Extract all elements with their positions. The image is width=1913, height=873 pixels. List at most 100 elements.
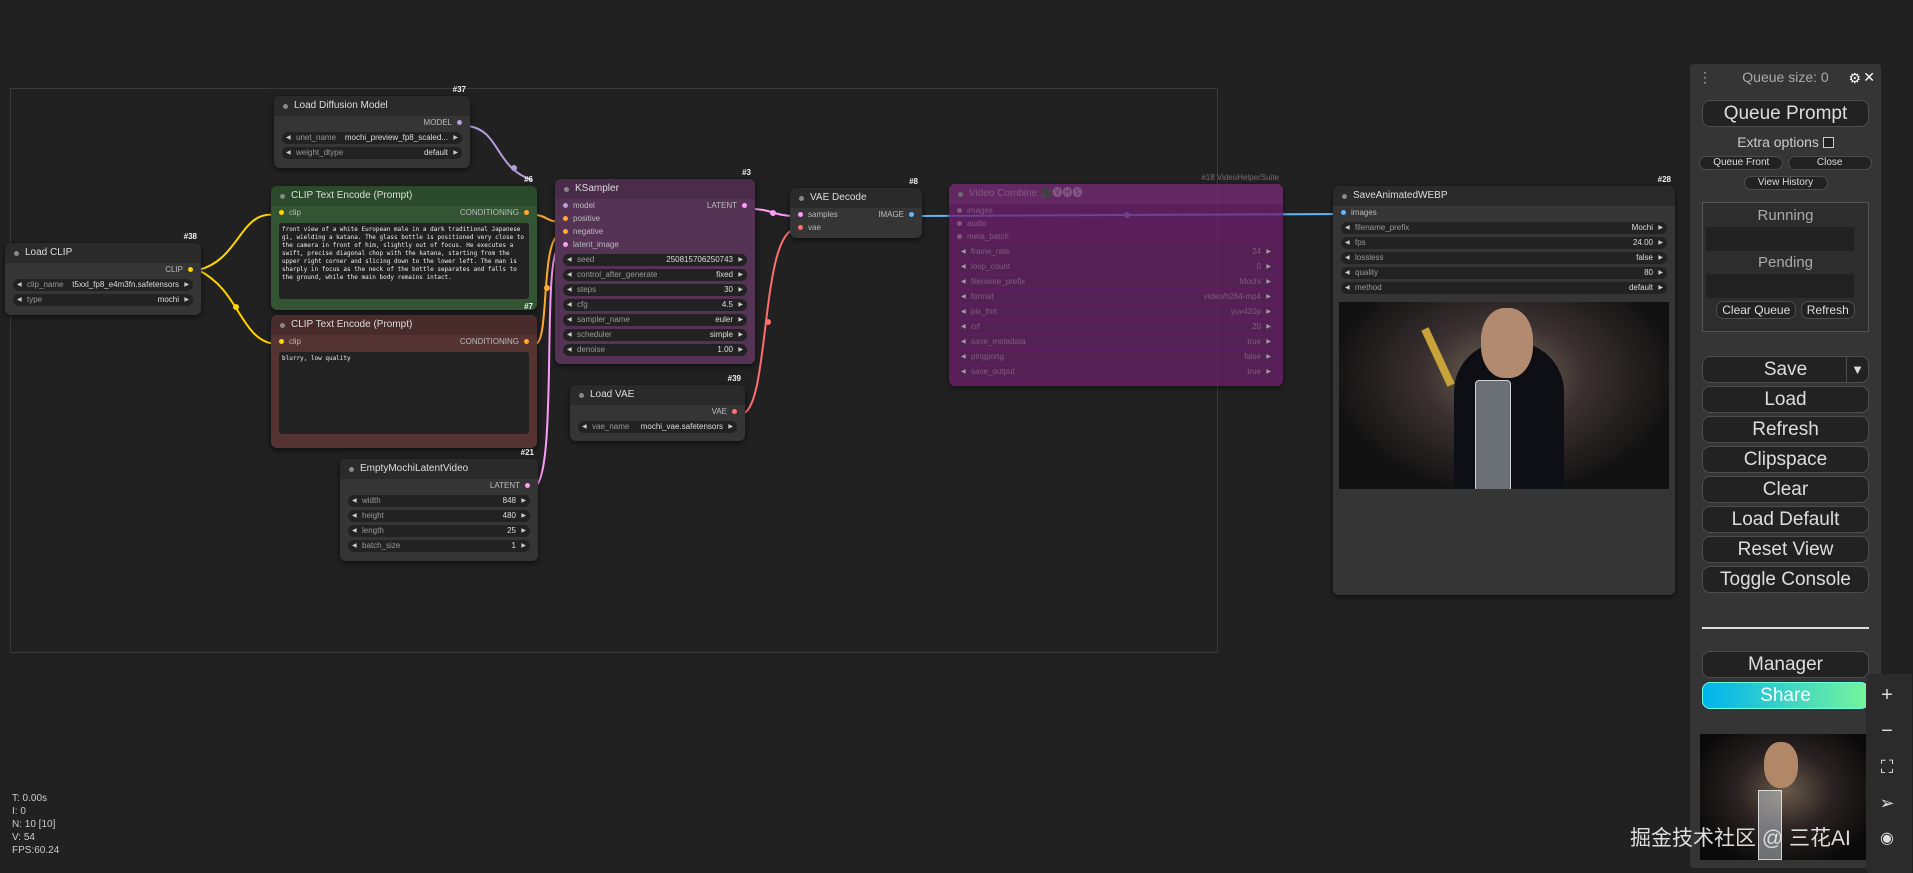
extra-options-checkbox[interactable] [1822,137,1834,148]
widget-loop-count[interactable]: loop_count0 [957,261,1275,273]
widget-denoise[interactable]: denoise1.00 [563,344,747,356]
widget-clip-name[interactable]: clip_namet5xxl_fp8_e4m3fn.safetensors [13,279,193,291]
node-title[interactable]: KSampler [555,179,755,199]
close-icon[interactable]: ✕ [1863,64,1875,90]
node-ksampler[interactable]: #3 KSampler model LATENT positive negati… [555,168,755,364]
refresh-queue-button[interactable]: Refresh [1800,301,1855,319]
node-vae-decode[interactable]: #8 VAE Decode samples IMAGE vae [790,177,922,238]
widget-format[interactable]: formatvideo/h264-mp4 [957,291,1275,303]
node-title[interactable]: Video Combine 🎥🅥🅗🅢 [949,184,1283,204]
output-model[interactable]: MODEL [424,116,463,129]
input-audio[interactable]: audio [957,217,987,230]
widget-filename-prefix[interactable]: filename_prefixMochi [957,276,1275,288]
node-title[interactable]: Load VAE [570,385,745,405]
widget-cfg[interactable]: cfg4.5 [563,299,747,311]
widget-fps[interactable]: fps24.00 [1341,237,1667,249]
chevron-down-icon[interactable]: ▼ [1846,357,1868,382]
widget-lossless[interactable]: losslessfalse [1341,252,1667,264]
widget-unet-name[interactable]: unet_namemochi_preview_fp8_scaled... [282,132,462,144]
widget-batch-size[interactable]: batch_size1 [348,540,530,552]
running-list[interactable] [1706,227,1854,251]
share-button[interactable]: Share [1702,682,1869,709]
widget-length[interactable]: length25 [348,525,530,537]
node-title[interactable]: Load CLIP [5,243,201,263]
widget-type[interactable]: typemochi [13,294,193,306]
eye-icon[interactable]: ◉ [1866,820,1908,858]
widget-seed[interactable]: seed250815706250743 [563,254,747,266]
clear-button[interactable]: Clear [1702,476,1869,503]
node-title[interactable]: Load Diffusion Model [274,96,470,116]
input-samples[interactable]: samples [798,208,838,221]
send-arrow-icon[interactable]: ➢ [1866,784,1908,822]
widget-weight-dtype[interactable]: weight_dtypedefault [282,147,462,159]
input-model[interactable]: model [563,199,595,212]
view-history-button[interactable]: View History [1743,176,1828,190]
save-button[interactable]: Save ▼ [1702,356,1869,383]
drag-handle-icon[interactable]: ⋮ [1698,64,1712,90]
load-default-button[interactable]: Load Default [1702,506,1869,533]
widget-save-output[interactable]: save_outputtrue [957,366,1275,378]
input-images[interactable]: images [1341,206,1377,219]
widget-scheduler[interactable]: schedulersimple [563,329,747,341]
toggle-console-button[interactable]: Toggle Console [1702,566,1869,593]
input-negative[interactable]: negative [563,225,603,238]
output-conditioning[interactable]: CONDITIONING [460,206,530,219]
node-save-animated-webp[interactable]: #28 SaveAnimatedWEBP images filename_pre… [1333,175,1675,595]
input-latent-image[interactable]: latent_image [563,238,619,251]
zoom-out-icon[interactable]: − [1866,712,1908,750]
node-load-diffusion-model[interactable]: #37 Load Diffusion Model MODEL unet_name… [274,85,470,168]
input-positive[interactable]: positive [563,212,600,225]
widget-steps[interactable]: steps30 [563,284,747,296]
close-button[interactable]: Close [1787,156,1872,170]
clear-queue-button[interactable]: Clear Queue [1716,301,1797,319]
input-meta-batch[interactable]: meta_batch [957,230,1009,243]
node-load-clip[interactable]: #38 Load CLIP CLIP clip_namet5xxl_fp8_e4… [5,232,201,315]
gear-icon[interactable]: ⚙ [1848,65,1861,91]
prompt-textarea[interactable]: blurry, low quality [279,352,529,434]
queue-front-button[interactable]: Queue Front [1699,156,1784,170]
widget-filename-prefix[interactable]: filename_prefixMochi [1341,222,1667,234]
widget-height[interactable]: height480 [348,510,530,522]
widget-pix-fmt[interactable]: pix_fmtyuv420p [957,306,1275,318]
input-clip[interactable]: clip [279,335,301,348]
node-title[interactable]: CLIP Text Encode (Prompt) [271,186,537,206]
output-clip[interactable]: CLIP [165,263,193,276]
widget-frame-rate[interactable]: frame_rate24 [957,246,1275,258]
widget-quality[interactable]: quality80 [1341,267,1667,279]
node-title[interactable]: EmptyMochiLatentVideo [340,459,538,479]
widget-pingpong[interactable]: pingpongfalse [957,351,1275,363]
output-conditioning[interactable]: CONDITIONING [460,335,530,348]
node-clip-text-encode-negative[interactable]: #7 CLIP Text Encode (Prompt) clip CONDIT… [271,302,537,448]
input-clip[interactable]: clip [279,206,301,219]
input-vae[interactable]: vae [798,221,821,234]
prompt-textarea[interactable]: front view of a white European male in a… [279,223,529,299]
node-empty-mochi-latent-video[interactable]: #21 EmptyMochiLatentVideo LATENT width84… [340,448,538,561]
fit-view-icon[interactable]: ⛶ [1866,748,1908,786]
output-latent[interactable]: LATENT [490,479,531,492]
clipspace-button[interactable]: Clipspace [1702,446,1869,473]
queue-prompt-button[interactable]: Queue Prompt [1702,100,1869,127]
widget-save-metadata[interactable]: save_metadatatrue [957,336,1275,348]
node-title[interactable]: VAE Decode [790,188,922,208]
output-vae[interactable]: VAE [712,405,738,418]
input-images[interactable]: images [957,204,993,217]
widget-control-after-generate[interactable]: control_after_generatefixed [563,269,747,281]
workflow-canvas[interactable]: #37 Load Diffusion Model MODEL unet_name… [0,0,1913,873]
pending-list[interactable] [1706,274,1854,298]
reset-view-button[interactable]: Reset View [1702,536,1869,563]
widget-vae-name[interactable]: vae_namemochi_vae.safetensors [578,421,737,433]
node-video-combine-bypassed[interactable]: #18 VideoHelperSuite Video Combine 🎥🅥🅗🅢 … [949,173,1283,386]
node-load-vae[interactable]: #39 Load VAE VAE vae_namemochi_vae.safet… [570,374,745,441]
node-clip-text-encode-positive[interactable]: #6 CLIP Text Encode (Prompt) clip CONDIT… [271,175,537,310]
node-title[interactable]: CLIP Text Encode (Prompt) [271,315,537,335]
widget-width[interactable]: width848 [348,495,530,507]
widget-sampler-name[interactable]: sampler_nameeuler [563,314,747,326]
load-button[interactable]: Load [1702,386,1869,413]
widget-method[interactable]: methoddefault [1341,282,1667,294]
manager-button[interactable]: Manager [1702,651,1869,678]
node-title[interactable]: SaveAnimatedWEBP [1333,186,1675,206]
widget-crf[interactable]: crf20 [957,321,1275,333]
refresh-button[interactable]: Refresh [1702,416,1869,443]
zoom-in-icon[interactable]: + [1866,676,1908,714]
output-image[interactable]: IMAGE [878,208,914,221]
